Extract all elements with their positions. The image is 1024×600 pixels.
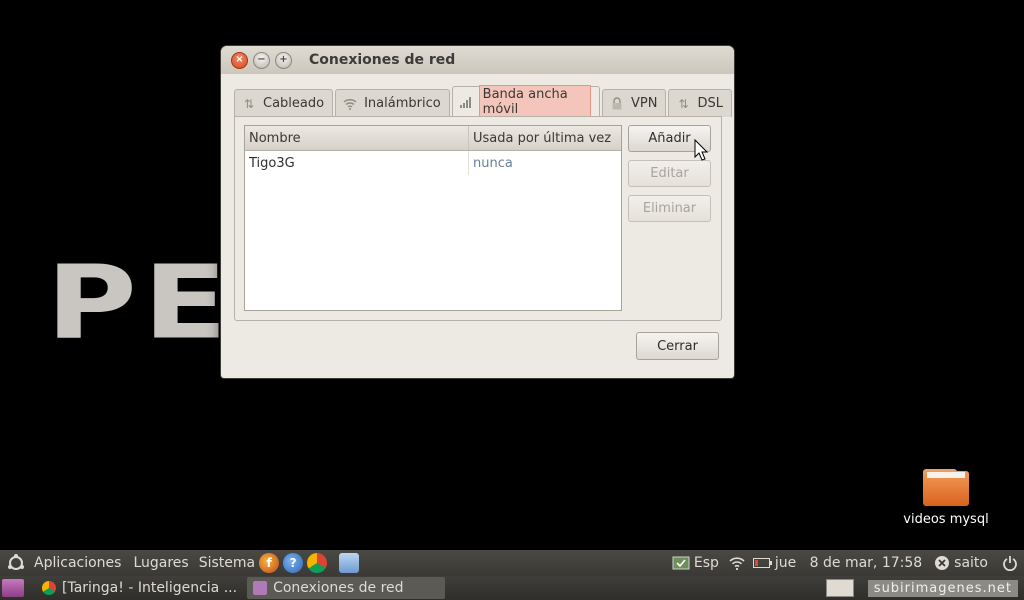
help-icon[interactable]: ? [283,553,304,573]
list-row[interactable]: Tigo3G nunca [245,151,621,175]
tab-panel: Nombre Usada por última vez Tigo3G nunca… [234,116,722,321]
wifi-icon [342,97,358,111]
tab-inalambrico[interactable]: Inalámbrico [335,89,450,117]
titlebar[interactable]: × − + Conexiones de red [221,46,734,74]
ubuntu-logo-icon[interactable] [6,553,26,573]
menu-aplicaciones[interactable]: Aplicaciones [34,555,121,571]
column-header-name[interactable]: Nombre [245,126,469,150]
close-button[interactable]: Cerrar [636,332,719,360]
tab-label: Banda ancha móvil [478,85,592,119]
lock-icon [609,97,625,111]
maximize-window-icon[interactable]: + [275,51,292,69]
list-header: Nombre Usada por última vez [245,126,621,151]
desktop-folder-videos-mysql[interactable]: videos mysql [894,466,998,527]
edit-button[interactable]: Editar [628,160,711,187]
column-header-last-used[interactable]: Usada por última vez [469,126,621,150]
tab-label: Inalámbrico [364,96,441,111]
close-window-icon[interactable]: × [231,51,248,69]
firefox-icon[interactable]: f [259,553,280,573]
tab-cableado[interactable]: ⇅ Cableado [234,89,334,117]
task-label: Conexiones de red [273,580,404,596]
window-title: Conexiones de red [309,52,456,68]
tab-label: VPN [631,96,658,111]
user-name[interactable]: saito [954,555,988,571]
network-icon [253,581,268,595]
desktop-folder-label: videos mysql [903,512,989,527]
chrome-icon[interactable] [307,553,328,573]
mouse-cursor-icon [694,138,709,161]
power-icon[interactable] [1002,555,1018,571]
battery-icon[interactable] [752,557,773,569]
watermark: subirimagenes.net [867,579,1018,597]
dsl-icon: ⇅ [678,96,689,111]
task-label: [Taringa! - Inteligencia ... [62,580,238,596]
menu-sistema[interactable]: Sistema [199,555,255,571]
clock[interactable]: jue 8 de mar, 17:58 [775,555,922,571]
show-desktop-icon[interactable] [2,579,24,597]
tab-dsl[interactable]: ⇅ DSL [668,89,732,117]
signal-icon [459,95,473,109]
task-conexiones-de-red[interactable]: Conexiones de red [247,577,446,599]
connection-name: Tigo3G [245,151,469,175]
keyboard-layout[interactable]: Esp [694,555,719,571]
connection-last-used: nunca [473,155,513,171]
chrome-icon [42,581,56,595]
minimize-window-icon[interactable]: − [253,51,270,69]
tab-label: DSL [697,96,723,111]
top-panel: Aplicaciones Lugares Sistema f ? Esp jue… [0,550,1024,576]
tab-vpn[interactable]: VPN [602,89,667,117]
menu-lugares[interactable]: Lugares [133,555,188,571]
connections-list[interactable]: Nombre Usada por última vez Tigo3G nunca [244,125,622,311]
bottom-panel: [Taringa! - Inteligencia ... Conexiones … [0,576,1024,600]
network-connections-dialog: × − + Conexiones de red ⇅ Cableado Inalá… [221,46,734,378]
wifi-icon[interactable] [729,556,745,570]
network-status-icon[interactable] [672,556,690,570]
wired-icon: ⇅ [243,96,255,111]
tab-bar: ⇅ Cableado Inalámbrico Banda ancha móvil… [234,85,734,119]
tab-banda-ancha-movil[interactable]: Banda ancha móvil [451,85,601,119]
task-taringa[interactable]: [Taringa! - Inteligencia ... [36,577,243,599]
folder-icon [923,466,969,506]
delete-button[interactable]: Eliminar [628,195,711,222]
tab-label: Cableado [263,96,325,111]
user-status-icon[interactable] [934,555,950,571]
package-icon[interactable] [339,553,360,573]
workspace-switcher[interactable] [825,579,854,597]
